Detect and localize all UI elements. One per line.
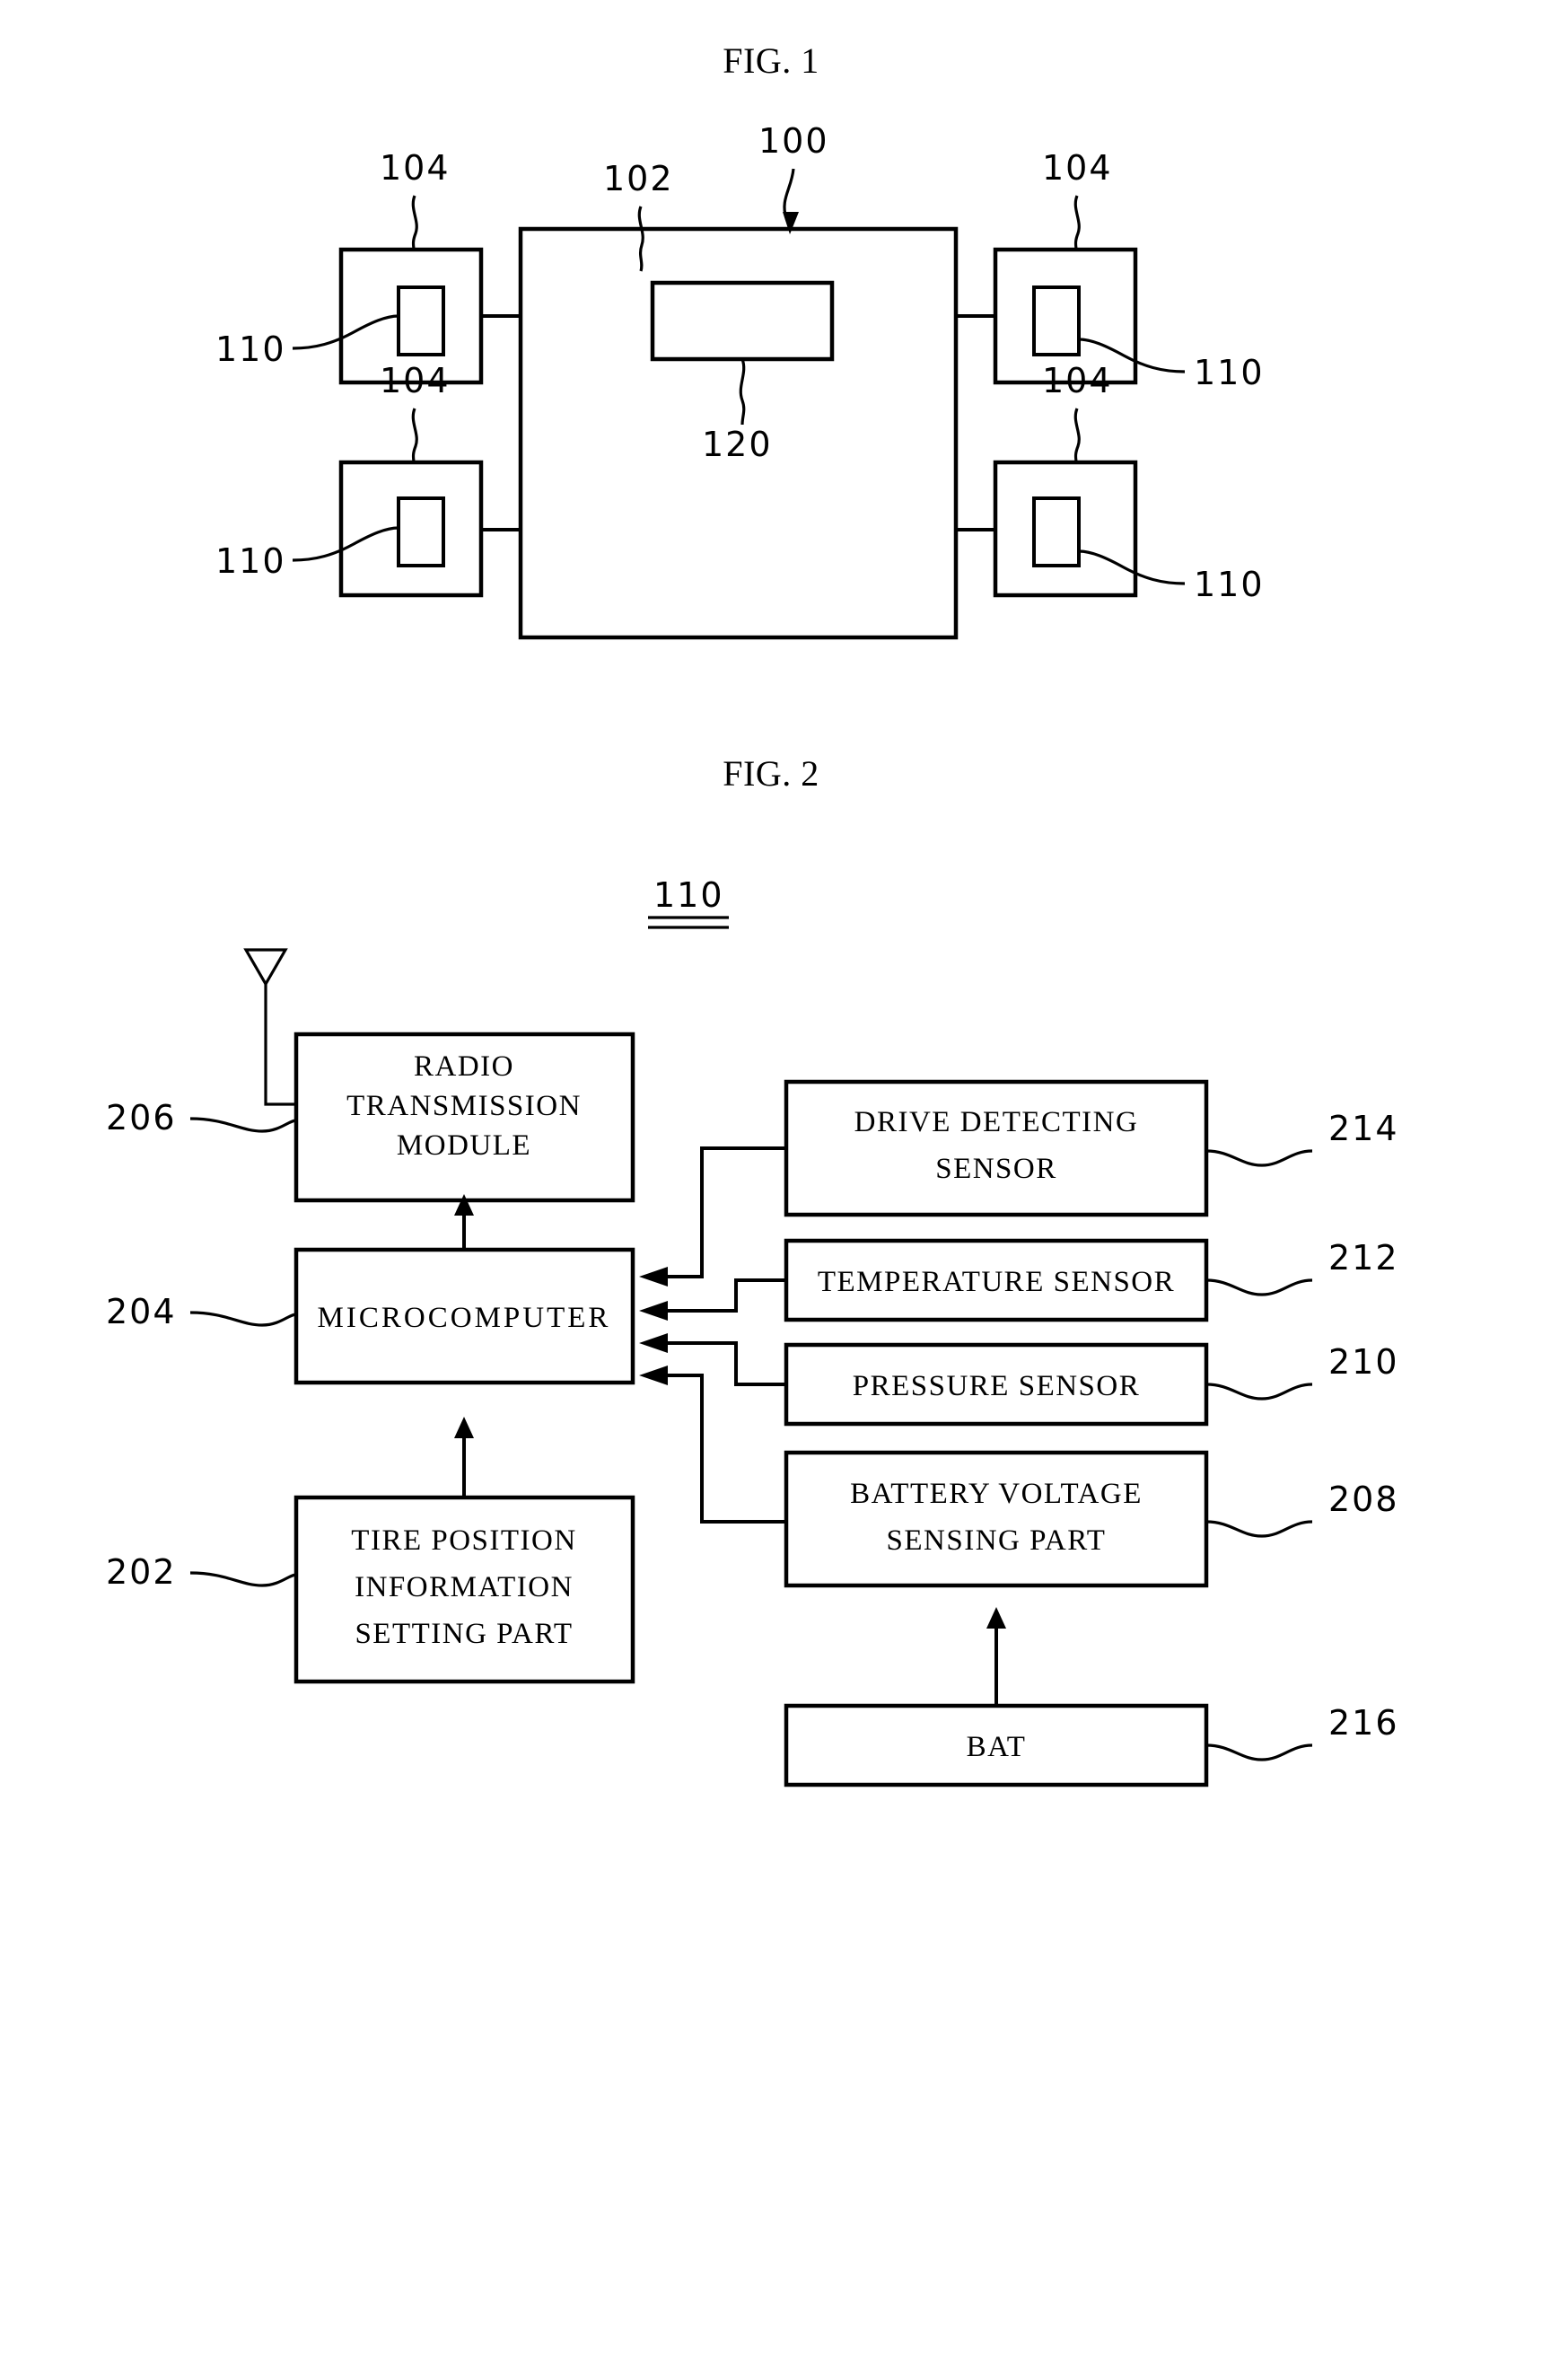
numeral-120: 120 <box>702 425 773 464</box>
numeral-100: 100 <box>758 121 829 161</box>
sensor-top-right <box>1032 285 1081 356</box>
numeral-204: 204 <box>106 1292 177 1331</box>
numeral-212: 212 <box>1328 1238 1399 1278</box>
leader-104-top-right <box>1073 195 1081 250</box>
leader-104-bottom-left <box>411 408 418 463</box>
leader-212 <box>1205 1278 1313 1296</box>
tire-position-setting-part-label-line-2: INFORMATION <box>355 1571 574 1603</box>
battery-label: BAT <box>967 1731 1027 1763</box>
numeral-102: 102 <box>603 159 674 198</box>
leader-104-top-left <box>411 195 418 250</box>
leader-104-bottom-right <box>1073 408 1081 463</box>
radio-transmission-module-label-line-3: MODULE <box>397 1129 531 1162</box>
patent-drawing-sheet: FIG. 1 104 104 104 104 102 100 110 110 1… <box>0 0 1542 2380</box>
figure-2-subject-label: 110 <box>653 875 724 915</box>
leader-210 <box>1205 1383 1313 1401</box>
connector-microcomputer-to-radio <box>454 1194 474 1250</box>
sensor-bottom-right <box>1032 496 1081 567</box>
pressure-sensor-label: PRESSURE SENSOR <box>853 1370 1141 1402</box>
numeral-202: 202 <box>106 1552 177 1592</box>
numeral-216: 216 <box>1328 1703 1399 1743</box>
radio-transmission-module-label-line-2: TRANSMISSION <box>346 1090 582 1122</box>
tire-position-setting-part-label-line-3: SETTING PART <box>355 1618 573 1650</box>
leader-204 <box>189 1311 297 1327</box>
microcomputer-label: MICROCOMPUTER <box>318 1302 611 1334</box>
numeral-206: 206 <box>106 1098 177 1137</box>
receiver-box <box>650 280 835 362</box>
numeral-104-top-left: 104 <box>380 148 451 188</box>
numeral-210: 210 <box>1328 1342 1399 1382</box>
tire-position-setting-part-label-line-1: TIRE POSITION <box>351 1524 576 1557</box>
leader-202 <box>189 1571 297 1587</box>
connector-battery-to-voltage-sensing <box>986 1607 1006 1706</box>
numeral-110-top-right: 110 <box>1194 353 1265 392</box>
radio-transmission-module-label-line-1: RADIO <box>414 1050 514 1083</box>
numeral-214: 214 <box>1328 1109 1399 1148</box>
temperature-sensor-label: TEMPERATURE SENSOR <box>818 1266 1175 1298</box>
battery-voltage-sensing-part-label-line-2: SENSING PART <box>887 1524 1107 1557</box>
connector-tire-position-to-microcomputer <box>454 1417 474 1497</box>
drive-detecting-sensor-label-line-2: SENSOR <box>935 1153 1057 1185</box>
sensor-top-left <box>397 285 445 356</box>
drive-detecting-sensor-label-line-1: DRIVE DETECTING <box>854 1106 1139 1138</box>
leader-208 <box>1205 1520 1313 1538</box>
battery-voltage-sensing-part-label-line-1: BATTERY VOLTAGE <box>850 1478 1143 1510</box>
battery-voltage-sensing-part-box <box>784 1450 1209 1588</box>
numeral-208: 208 <box>1328 1480 1399 1519</box>
drive-detecting-sensor-box <box>784 1079 1209 1217</box>
subject-label-underline <box>648 916 729 929</box>
leader-206 <box>189 1117 297 1133</box>
leader-216 <box>1205 1743 1313 1761</box>
antenna-icon <box>243 948 296 1106</box>
sensor-bottom-left <box>397 496 445 567</box>
leader-214 <box>1205 1149 1313 1167</box>
figure-2-title: FIG. 2 <box>723 753 819 794</box>
numeral-110-bottom-left: 110 <box>215 541 286 581</box>
numeral-104-bottom-left: 104 <box>380 361 451 400</box>
connector-temperature-to-microcomputer <box>639 1278 786 1321</box>
figure-1-title: FIG. 1 <box>723 40 819 81</box>
numeral-110-bottom-right: 110 <box>1194 565 1265 604</box>
connector-drive-detecting-to-microcomputer <box>639 1146 786 1287</box>
numeral-110-top-left: 110 <box>215 329 286 369</box>
connector-battery-voltage-to-microcomputer <box>639 1366 786 1524</box>
numeral-104-bottom-right: 104 <box>1042 361 1113 400</box>
numeral-104-top-right: 104 <box>1042 148 1113 188</box>
